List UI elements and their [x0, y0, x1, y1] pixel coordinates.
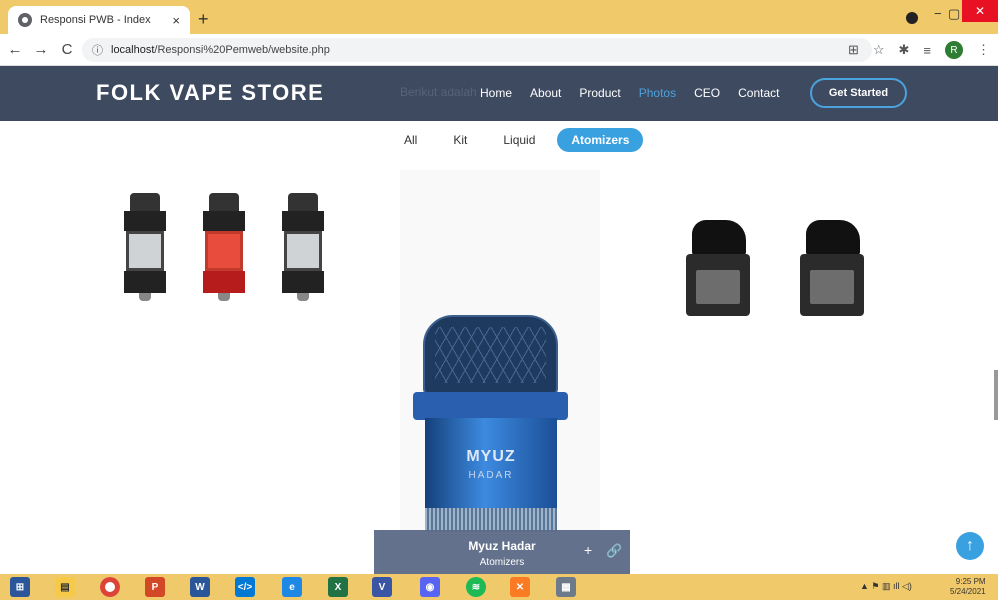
forward-button[interactable]: →: [30, 41, 52, 58]
filter-kit[interactable]: Kit: [439, 128, 481, 152]
back-to-top-button[interactable]: ↑: [956, 532, 984, 560]
drip-tip: [423, 315, 558, 395]
windows-taskbar: ⊞ ▤ P W </> e X V ◉ ≋ ✕ ▦ ▲ ⚑ ▥ ıll ◁) 9…: [0, 574, 998, 600]
back-button[interactable]: ←: [4, 41, 26, 58]
url-text: localhost/Responsi%20Pemweb/website.php: [111, 44, 330, 56]
browser-tab-bar: Responsi PWB - Index × + − ▢ ✕: [0, 0, 998, 34]
site-header: FOLK VAPE STORE Berikut adalah Home Abou…: [0, 66, 998, 121]
url-path: /Responsi%20Pemweb/website.php: [154, 44, 330, 56]
filter-all[interactable]: All: [390, 128, 431, 152]
xampp-icon[interactable]: ✕: [510, 577, 530, 597]
menu-icon[interactable]: ⋮: [977, 42, 990, 58]
system-tray-icons[interactable]: ▲ ⚑ ▥ ıll ◁): [860, 581, 912, 592]
featured-product-category: Atomizers: [479, 557, 525, 568]
address-toolbar: ← → C ⓘ localhost/Responsi%20Pemweb/webs…: [0, 34, 998, 66]
visio-icon[interactable]: V: [372, 577, 392, 597]
toolbar-icons: ⊞ ☆ ✱ ≡ R ⋮: [848, 41, 990, 59]
product-brand-sub: HADAR: [468, 470, 514, 481]
pod-cartridge-1: [682, 220, 752, 320]
filter-atomizers[interactable]: Atomizers: [557, 128, 644, 152]
main-nav: Home About Product Photos CEO Contact: [480, 86, 797, 100]
maximize-button[interactable]: ▢: [948, 6, 960, 22]
translate-icon[interactable]: ⊞: [848, 42, 859, 58]
site-logo[interactable]: FOLK VAPE STORE: [96, 80, 324, 106]
reload-button[interactable]: C: [56, 41, 78, 58]
site-info-icon[interactable]: ⓘ: [92, 42, 103, 58]
nav-product[interactable]: Product: [579, 86, 620, 100]
portfolio-filters: All Kit Liquid Atomizers: [390, 128, 651, 152]
featured-caption: Myuz Hadar Atomizers + 🔗: [374, 530, 630, 574]
tab-title: Responsi PWB - Index: [40, 14, 151, 26]
network-app-icon[interactable]: ▦: [556, 577, 576, 597]
filter-liquid[interactable]: Liquid: [489, 128, 549, 152]
nav-contact[interactable]: Contact: [738, 86, 779, 100]
excel-icon[interactable]: X: [328, 577, 348, 597]
clock-time: 9:25 PM: [955, 577, 986, 586]
profile-indicator-icon[interactable]: [906, 12, 918, 24]
nav-ceo[interactable]: CEO: [694, 86, 720, 100]
nav-photos[interactable]: Photos: [639, 86, 676, 100]
page-scrollbar[interactable]: [994, 370, 998, 420]
screen: Responsi PWB - Index × + − ▢ ✕ ← → C ⓘ l…: [0, 0, 998, 600]
pod-cartridge-2: [796, 220, 866, 320]
get-started-button[interactable]: Get Started: [810, 78, 907, 108]
new-tab-button[interactable]: +: [198, 9, 209, 30]
spotify-icon[interactable]: ≋: [466, 577, 486, 597]
system-clock[interactable]: 9:25 PM 5/24/2021: [950, 577, 986, 597]
nav-about[interactable]: About: [530, 86, 561, 100]
faded-intro-text: Berikut adalah: [400, 85, 477, 99]
url-bar[interactable]: ⓘ localhost/Responsi%20Pemweb/website.ph…: [82, 38, 872, 62]
tab-close-icon[interactable]: ×: [172, 13, 180, 28]
drip-ring: [413, 392, 568, 420]
word-icon[interactable]: W: [190, 577, 210, 597]
reading-list-icon[interactable]: ≡: [923, 43, 931, 58]
zoom-plus-icon[interactable]: +: [584, 542, 592, 558]
start-icon[interactable]: ⊞: [10, 577, 30, 597]
profile-avatar[interactable]: R: [945, 41, 963, 59]
tank-black: [278, 193, 328, 303]
tank-red: [199, 193, 249, 303]
file-explorer-icon[interactable]: ▤: [55, 577, 75, 597]
discord-icon[interactable]: ◉: [420, 577, 440, 597]
url-host: localhost: [111, 44, 155, 56]
vscode-icon[interactable]: </>: [235, 577, 255, 597]
browser-tab[interactable]: Responsi PWB - Index ×: [8, 6, 190, 34]
bookmark-star-icon[interactable]: ☆: [873, 42, 885, 58]
minimize-button[interactable]: −: [934, 6, 942, 21]
edge-icon[interactable]: e: [282, 577, 302, 597]
clock-date: 5/24/2021: [950, 587, 986, 596]
chrome-icon[interactable]: [100, 577, 120, 597]
rda-knurling: [425, 508, 557, 532]
window-close-button[interactable]: ✕: [962, 0, 998, 22]
globe-icon: [18, 13, 32, 27]
powerpoint-icon[interactable]: P: [145, 577, 165, 597]
nav-home[interactable]: Home: [480, 86, 512, 100]
details-link-icon[interactable]: 🔗: [606, 543, 622, 559]
extensions-icon[interactable]: ✱: [899, 42, 910, 58]
tank-black-silver: [120, 193, 170, 303]
product-brand-mark: MYUZ: [466, 448, 516, 465]
